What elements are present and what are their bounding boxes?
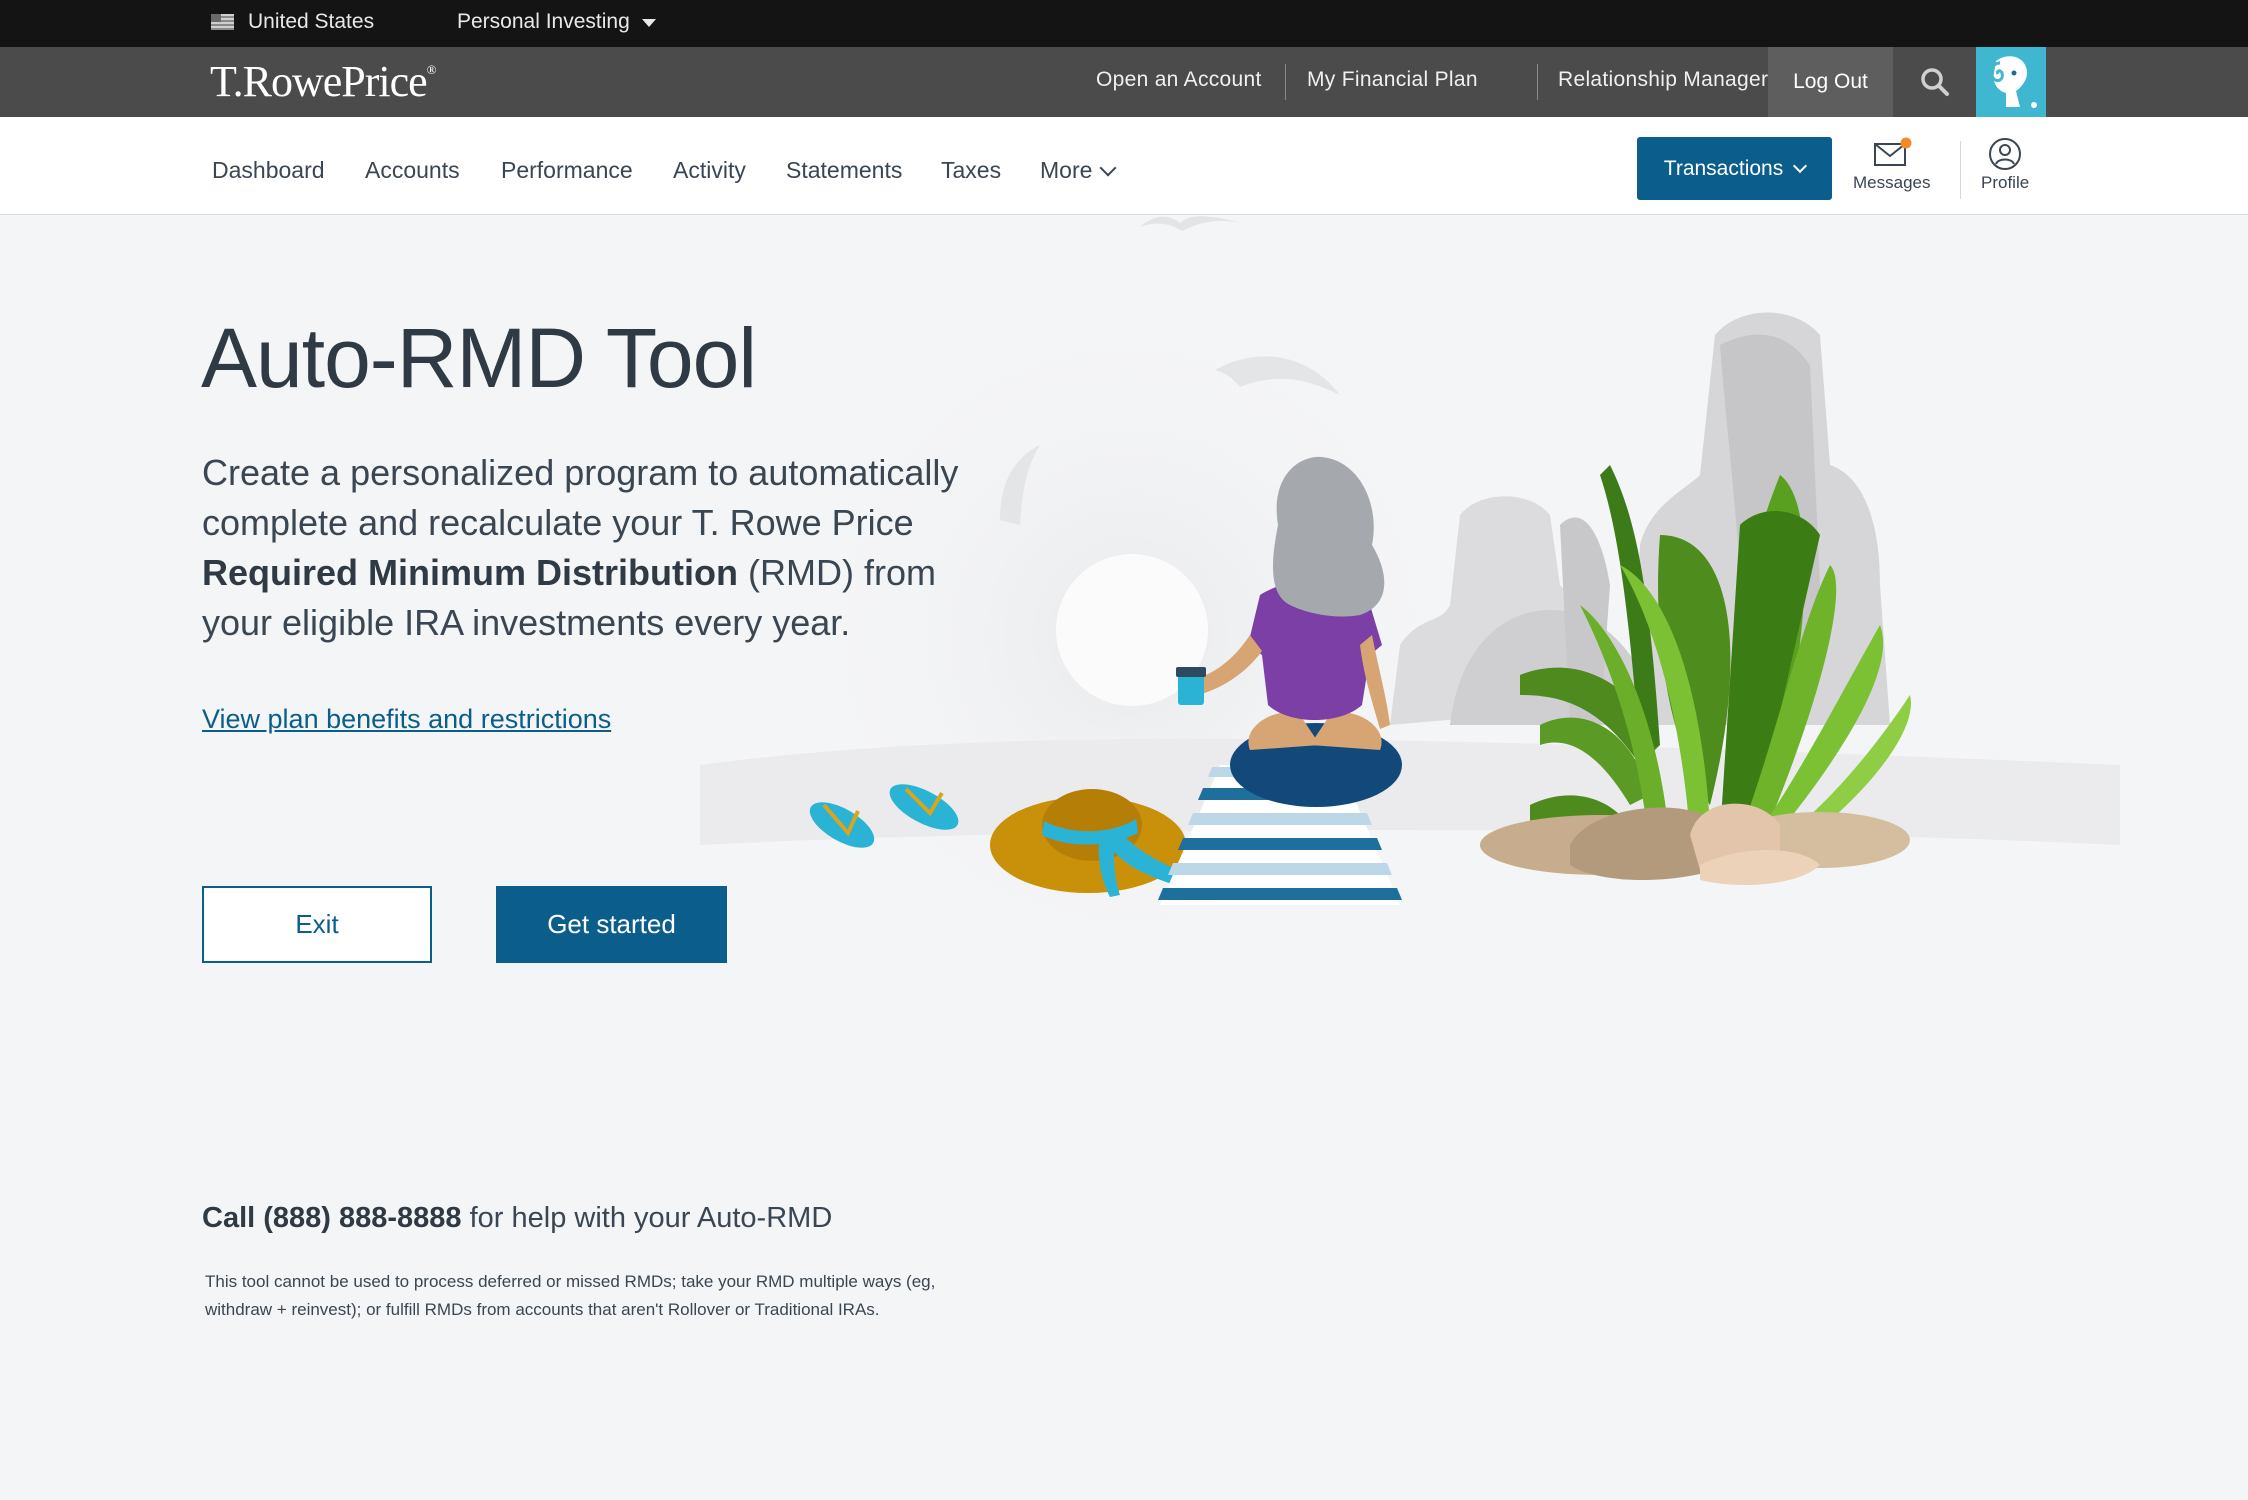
- brand-bar: T.RowePrice® Open an Account My Financia…: [0, 47, 2248, 117]
- brand-logo-mark: ®: [426, 62, 437, 77]
- nav-performance[interactable]: Performance: [501, 157, 633, 184]
- brand-logo-text: T.RowePrice: [210, 57, 428, 106]
- region-selector[interactable]: United States: [211, 10, 374, 34]
- page-title: Auto-RMD Tool: [201, 311, 757, 405]
- help-phone: Call (888) 888-8888: [202, 1202, 462, 1234]
- main-nav: Dashboard Accounts Performance Activity …: [0, 117, 2248, 215]
- get-started-button[interactable]: Get started: [496, 886, 727, 963]
- bird-small: [1140, 216, 1242, 231]
- disclaimer-text: This tool cannot be used to process defe…: [205, 1272, 936, 1319]
- nav-activity[interactable]: Activity: [673, 157, 746, 184]
- plan-benefits-link[interactable]: View plan benefits and restrictions: [202, 704, 611, 735]
- profile-label: Profile: [1981, 173, 2030, 192]
- messages-button[interactable]: Messages: [1853, 137, 1930, 193]
- nav-dashboard[interactable]: Dashboard: [212, 157, 325, 184]
- financial-plan-link[interactable]: My Financial Plan: [1307, 68, 1478, 92]
- intro-paragraph: Create a personalized program to automat…: [202, 448, 962, 648]
- nav-statements[interactable]: Statements: [786, 157, 902, 184]
- brand-divider: [1537, 64, 1538, 100]
- profile-button[interactable]: Profile: [1981, 137, 2029, 193]
- logout-button[interactable]: Log Out: [1768, 47, 1893, 117]
- search-icon: [1921, 68, 1949, 96]
- messages-label: Messages: [1853, 173, 1931, 192]
- brand-divider: [1285, 64, 1286, 100]
- utility-bar: United States Personal Investing: [0, 0, 2248, 47]
- intro-text-1: Create a personalized program to automat…: [202, 452, 959, 543]
- beach-illustration: [700, 216, 2120, 975]
- transactions-label: Transactions: [1663, 156, 1784, 180]
- region-label: United States: [248, 10, 375, 33]
- envelope-icon: [1873, 137, 1912, 166]
- user-icon: [1989, 138, 2022, 170]
- segment-selector[interactable]: Personal Investing: [457, 10, 656, 34]
- intro-text-bold: Required Minimum Distribution: [202, 552, 738, 593]
- transactions-button[interactable]: Transactions: [1637, 137, 1832, 200]
- nav-accounts[interactable]: Accounts: [365, 157, 460, 184]
- ram-logo[interactable]: [1976, 47, 2046, 117]
- help-text: for help with your Auto-RMD: [461, 1202, 833, 1234]
- segment-label: Personal Investing: [457, 10, 630, 33]
- nav-more-label: More: [1040, 157, 1093, 183]
- us-flag-icon: [211, 14, 234, 30]
- search-button[interactable]: [1895, 47, 1975, 117]
- notification-dot: [1900, 137, 1912, 149]
- exit-button[interactable]: Exit: [202, 886, 432, 963]
- nav-more[interactable]: More: [1040, 157, 1117, 184]
- brand-logo[interactable]: T.RowePrice®: [210, 56, 437, 107]
- chevron-down-icon: [1099, 159, 1117, 177]
- relationship-manager-link[interactable]: Relationship Manager: [1558, 68, 1768, 92]
- open-account-link[interactable]: Open an Account: [1096, 68, 1262, 92]
- nav-divider: [1960, 141, 1961, 199]
- caret-down-icon: [641, 19, 656, 27]
- ram-logo-icon: [1989, 56, 2037, 108]
- nav-taxes[interactable]: Taxes: [941, 157, 1001, 184]
- help-call-line: Call (888) 888-8888 for help with your A…: [202, 1202, 832, 1235]
- chevron-down-icon: [1793, 158, 1808, 173]
